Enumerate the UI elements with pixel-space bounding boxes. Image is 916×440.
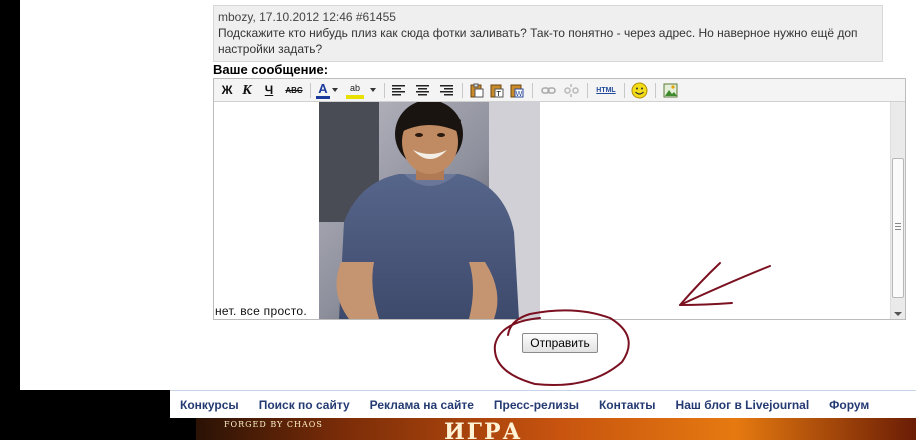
align-left-icon[interactable] [391, 83, 406, 98]
inserted-photo [319, 102, 540, 319]
toolbar-separator [532, 83, 533, 98]
toolbar-separator [384, 83, 385, 98]
message-label: Ваше сообщение: [213, 62, 329, 77]
italic-icon[interactable]: К [240, 82, 254, 99]
footer-nav: Конкурсы Поиск по сайту Реклама на сайте… [170, 390, 916, 418]
paste-word-icon[interactable]: W [509, 83, 524, 98]
nav-link-advertising[interactable]: Реклама на сайте [370, 398, 474, 412]
toolbar-separator [624, 83, 625, 98]
scroll-down-arrow-icon[interactable] [894, 312, 902, 316]
highlight-dropdown-icon[interactable] [370, 88, 377, 93]
nav-link-forum[interactable]: Форум [829, 398, 869, 412]
editor-scrollbar[interactable] [890, 102, 905, 319]
scrollbar-grip-icon [895, 223, 901, 231]
nav-link-press-releases[interactable]: Пресс-релизы [494, 398, 579, 412]
highlight-icon[interactable]: ab [346, 82, 364, 99]
font-color-dropdown-icon[interactable] [332, 88, 339, 93]
toolbar-separator [587, 83, 588, 98]
underline-icon[interactable]: Ч [262, 82, 276, 99]
nav-link-site-search[interactable]: Поиск по сайту [259, 398, 350, 412]
nav-link-livejournal-blog[interactable]: Наш блог в Livejournal [676, 398, 810, 412]
editor-content-area[interactable]: нет. все просто. [214, 102, 890, 319]
align-center-icon[interactable] [415, 83, 430, 98]
submit-button[interactable]: Отправить [522, 333, 598, 353]
banner-tagline: FORGED BY CHAOS [224, 420, 323, 429]
font-color-icon[interactable]: A [316, 82, 330, 99]
nav-link-contests[interactable]: Конкурсы [180, 398, 239, 412]
svg-text:T: T [496, 90, 502, 98]
align-right-icon[interactable] [439, 83, 454, 98]
toolbar-separator [462, 83, 463, 98]
toolbar-separator [310, 83, 311, 98]
html-icon[interactable]: HTML [595, 82, 617, 99]
quote-meta: mbozy, 17.10.2012 12:46 #61455 [218, 10, 396, 24]
smiley-icon[interactable] [631, 82, 648, 99]
scrollbar-thumb[interactable] [892, 158, 904, 298]
image-icon[interactable] [663, 83, 678, 98]
paste-text-icon[interactable]: T [489, 83, 504, 98]
unlink-icon[interactable] [564, 83, 579, 98]
ad-banner[interactable]: FORGED BY CHAOS ИГРА [196, 418, 916, 440]
editor-toolbar: Ж К Ч ABC A ab T W HTML [214, 79, 905, 102]
toolbar-separator [655, 83, 656, 98]
message-editor[interactable]: Ж К Ч ABC A ab T W HTML нет. все просто. [213, 78, 906, 320]
nav-link-contacts[interactable]: Контакты [599, 398, 656, 412]
quoted-post: mbozy, 17.10.2012 12:46 #61455 Подскажит… [213, 5, 883, 62]
strikethrough-icon[interactable]: ABC [285, 82, 303, 99]
editor-text: нет. все просто. [215, 304, 307, 318]
banner-title: ИГРА [444, 419, 523, 440]
paste-icon[interactable] [469, 83, 484, 98]
quote-text: Подскажите кто нибудь плиз как сюда фотк… [218, 26, 858, 56]
bold-icon[interactable]: Ж [220, 82, 234, 99]
svg-text:W: W [516, 90, 523, 98]
link-icon[interactable] [541, 83, 556, 98]
